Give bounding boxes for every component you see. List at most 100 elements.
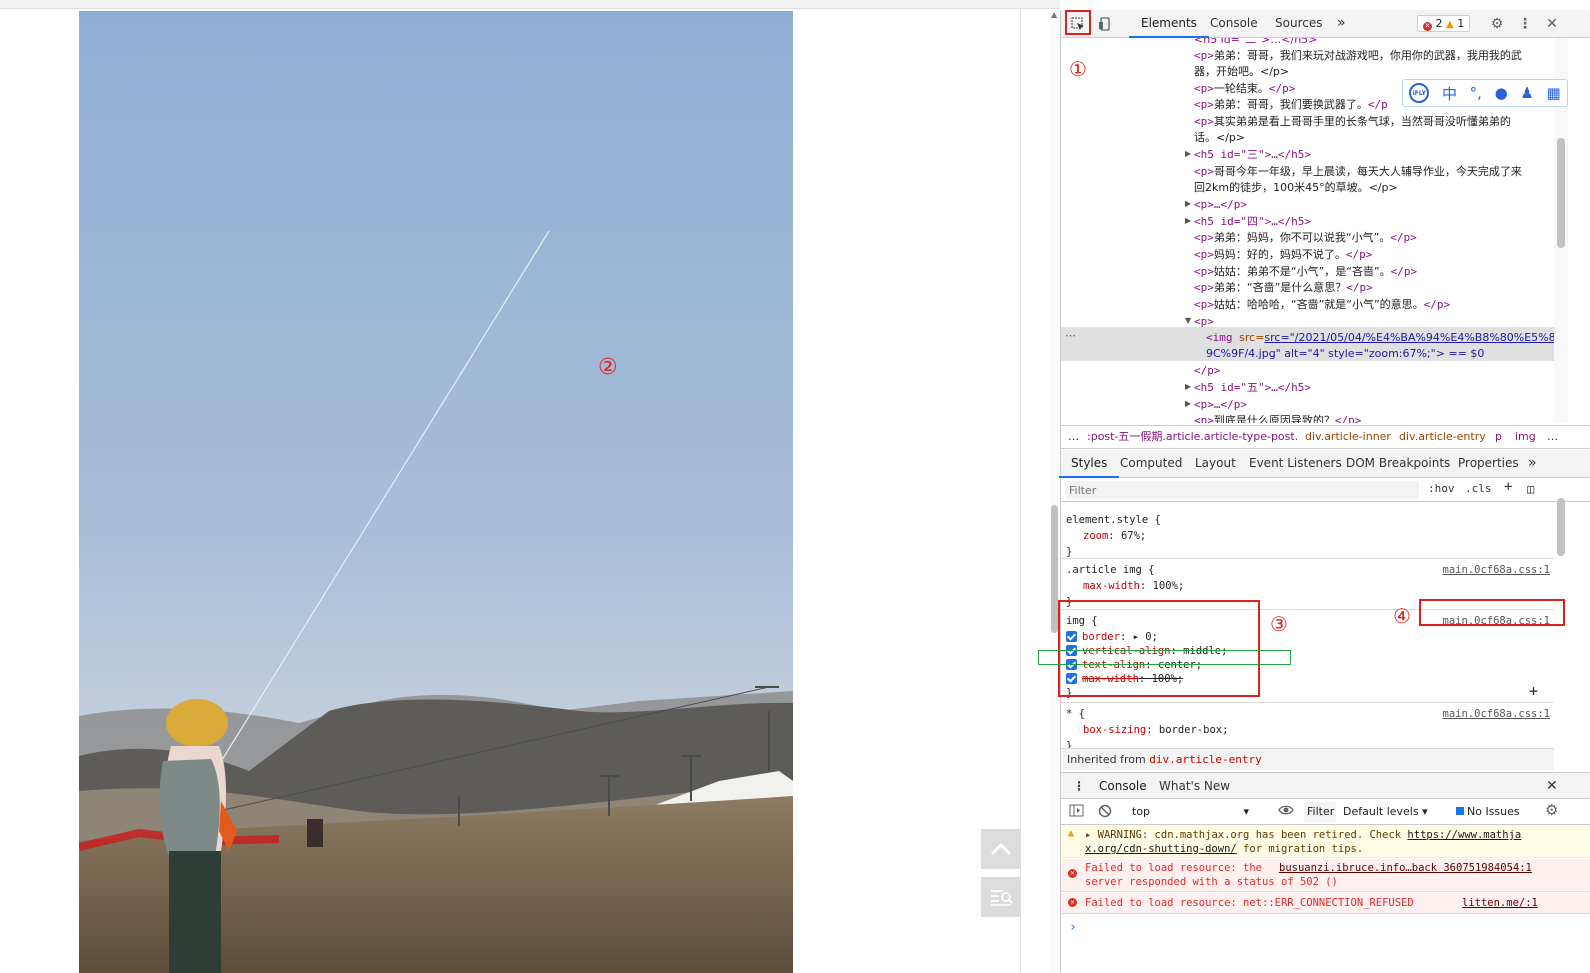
- rule-element-style[interactable]: element.style { zoom: 67%; }: [1061, 503, 1554, 559]
- hover-state-toggle[interactable]: :hov: [1428, 482, 1455, 495]
- tab-elements[interactable]: Elements: [1129, 10, 1209, 38]
- tree-node-p[interactable]: <p>哥哥今年一年级，早上晨读，每天大人辅导作业，今天完成了来: [1194, 163, 1522, 180]
- tab-properties[interactable]: Properties: [1458, 450, 1519, 477]
- tree-node-p-cont[interactable]: 话。</p>: [1194, 129, 1245, 146]
- expand-triangle-icon[interactable]: ▶: [1185, 199, 1191, 208]
- rule-universal[interactable]: * { main.0cf68a.css:1 box-sizing: border…: [1061, 704, 1554, 754]
- expand-triangle-icon[interactable]: ▶: [1185, 399, 1191, 408]
- close-devtools-icon[interactable]: ✕: [1542, 14, 1562, 34]
- tree-node-img-selected[interactable]: <img src=src="/2021/05/04/%E4%BA%94%E4%B…: [1206, 329, 1554, 346]
- issues-counter[interactable]: ✕ 2 ▲ 1: [1417, 15, 1471, 32]
- device-toolbar-icon[interactable]: [1095, 14, 1115, 34]
- settings-gear-icon[interactable]: ⚙: [1487, 14, 1507, 34]
- more-tabs-button[interactable]: »: [1337, 10, 1346, 37]
- styles-filter-input[interactable]: [1065, 481, 1419, 499]
- tree-node-p-close[interactable]: </p>: [1194, 362, 1221, 379]
- tab-sources[interactable]: Sources: [1275, 10, 1322, 37]
- console-filter-input[interactable]: Filter: [1304, 802, 1336, 822]
- clear-console-icon[interactable]: [1098, 804, 1112, 821]
- tree-node-p[interactable]: <p>到底是什么原因导致的？</p>: [1194, 412, 1361, 423]
- breadcrumb-overflow-end[interactable]: …: [1547, 426, 1558, 448]
- tree-node-p[interactable]: <p>其实弟弟是看上哥哥手里的长条气球，当然哥哥没听懂弟弟的: [1194, 113, 1511, 130]
- ime-floating-toolbar[interactable]: iFLY 中 °, ● ♟ ▦: [1402, 79, 1568, 107]
- tab-event-listeners[interactable]: Event Listeners: [1249, 450, 1342, 477]
- rule-declaration[interactable]: max-width: 100%;: [1083, 578, 1184, 594]
- add-declaration-button[interactable]: +: [1529, 683, 1538, 699]
- table-of-contents-button[interactable]: [981, 877, 1021, 917]
- sidebar-toggle-icon[interactable]: [1069, 804, 1084, 820]
- elements-scrollbar-thumb[interactable]: [1557, 138, 1565, 248]
- tab-layout[interactable]: Layout: [1195, 450, 1236, 477]
- tree-node-p-collapsed[interactable]: <p>…</p>: [1194, 196, 1247, 213]
- console-settings-gear-icon[interactable]: ⚙: [1545, 801, 1558, 819]
- issues-button[interactable]: No Issues: [1453, 802, 1520, 822]
- toggle-sidebar-icon[interactable]: ◫: [1527, 482, 1534, 496]
- tab-console[interactable]: Console: [1210, 10, 1258, 37]
- tab-styles[interactable]: Styles: [1058, 450, 1120, 478]
- error-source-link[interactable]: litten.me/:1: [1462, 896, 1538, 911]
- breadcrumb-item-post[interactable]: :post-五一假期.article.article-type-post.: [1087, 426, 1298, 448]
- grid-apps-icon[interactable]: ▦: [1546, 84, 1560, 102]
- ime-chinese-mode-icon[interactable]: 中: [1442, 83, 1457, 104]
- tree-node-p[interactable]: <p>妈妈：好的，妈妈不说了。</p>: [1194, 246, 1372, 263]
- context-selector[interactable]: top ▾: [1121, 801, 1253, 822]
- tree-node-p[interactable]: <p>姑姑：哈哈哈，“吝啬”就是“小气”的意思。</p>: [1194, 296, 1450, 313]
- tab-dom-breakpoints[interactable]: DOM Breakpoints: [1346, 450, 1450, 477]
- microphone-icon[interactable]: ●: [1495, 84, 1508, 102]
- tree-node-h5[interactable]: <h5 id="四">…</h5>: [1194, 213, 1311, 230]
- scroll-up-arrow-icon[interactable]: ▲: [1051, 10, 1057, 19]
- expand-triangle-icon[interactable]: ▶: [1185, 382, 1191, 391]
- expand-triangle-icon[interactable]: ▶: [1185, 216, 1191, 225]
- tree-node-p[interactable]: <p>弟弟：哥哥，我们要换武器了。</p: [1194, 96, 1388, 113]
- node-actions-ellipsis[interactable]: ⋯: [1065, 327, 1076, 344]
- console-warning-message[interactable]: ▲ ▸ WARNING: cdn.mathjax.org has been re…: [1061, 825, 1590, 858]
- inspect-element-icon[interactable]: [1068, 14, 1088, 34]
- log-levels-dropdown[interactable]: Default levels ▾: [1343, 802, 1428, 822]
- drawer-menu-icon[interactable]: ⋮: [1073, 773, 1085, 800]
- styles-scrollbar-thumb[interactable]: [1557, 498, 1565, 556]
- breadcrumb-item-img[interactable]: img: [1515, 426, 1536, 448]
- more-options-icon[interactable]: ⋮: [1515, 14, 1535, 34]
- more-subtabs-button[interactable]: »: [1528, 450, 1537, 477]
- tree-node-p[interactable]: <p>弟弟：“吝啬”是什么意思？</p>: [1194, 279, 1373, 296]
- class-toggle[interactable]: .cls: [1465, 482, 1492, 495]
- user-icon[interactable]: ♟: [1520, 84, 1533, 102]
- live-expression-eye-icon[interactable]: [1278, 804, 1294, 819]
- tree-node-p-cont[interactable]: 器，开始吧。</p>: [1194, 63, 1289, 80]
- close-drawer-icon[interactable]: ✕: [1546, 773, 1558, 800]
- tree-node-h5[interactable]: <h5 id="三">…</h5>: [1194, 146, 1311, 163]
- tree-node-img-selected-cont[interactable]: 9C%9F/4.jpg" alt="4" style="zoom:67%;"> …: [1206, 345, 1484, 362]
- rule-source-link[interactable]: main.0cf68a.css:1: [1443, 562, 1550, 578]
- rule-source-link[interactable]: main.0cf68a.css:1: [1443, 706, 1550, 722]
- tree-node-p-open[interactable]: <p>: [1194, 313, 1214, 330]
- error-source-link[interactable]: busuanzi.ibruce.info…back 360751984054:1: [1279, 861, 1532, 876]
- drawer-tab-console[interactable]: Console: [1087, 773, 1159, 801]
- tree-node-p[interactable]: <p>弟弟：妈妈，你不可以说我“小气”。</p>: [1194, 229, 1417, 246]
- tree-node-p[interactable]: <p>姑姑：弟弟不是“小气”，是“吝啬”。</p>: [1194, 263, 1417, 280]
- article-image[interactable]: [79, 11, 793, 973]
- tree-node-p[interactable]: <p>一轮结束。</p>: [1194, 80, 1295, 97]
- tree-node-p[interactable]: <p>弟弟：哥哥，我们来玩对战游戏吧，你用你的武器，我用我的武: [1194, 47, 1522, 64]
- page-scrollbar-thumb[interactable]: [1051, 505, 1058, 633]
- tree-node-p-collapsed[interactable]: <p>…</p>: [1194, 396, 1247, 413]
- breadcrumb-item-p[interactable]: p: [1495, 426, 1502, 448]
- console-error-message[interactable]: ✕ Failed to load resource: net::ERR_CONN…: [1061, 893, 1590, 914]
- page-scrollbar[interactable]: [1050, 10, 1060, 973]
- tab-computed[interactable]: Computed: [1120, 450, 1182, 477]
- console-messages[interactable]: ▲ ▸ WARNING: cdn.mathjax.org has been re…: [1061, 825, 1590, 973]
- drawer-tab-whats-new[interactable]: What's New: [1159, 773, 1230, 800]
- ime-punctuation-icon[interactable]: °,: [1470, 84, 1482, 102]
- breadcrumb-item-article-entry[interactable]: div.article-entry: [1399, 426, 1486, 448]
- inherited-from-selector[interactable]: div.article-entry: [1149, 753, 1262, 766]
- new-rule-button[interactable]: +: [1504, 479, 1512, 495]
- console-error-message[interactable]: ✕ Failed to load resource: the busuanzi.…: [1061, 859, 1590, 892]
- breadcrumb-item-article-inner[interactable]: div.article-inner: [1305, 426, 1391, 448]
- breadcrumb-overflow[interactable]: …: [1068, 426, 1079, 448]
- rule-declaration[interactable]: box-sizing: border-box;: [1083, 722, 1228, 738]
- expand-triangle-icon[interactable]: ▶: [1185, 149, 1191, 158]
- collapse-triangle-icon[interactable]: ▼: [1185, 316, 1191, 325]
- tree-node-h5[interactable]: <h5 id="五">…</h5>: [1194, 379, 1311, 396]
- console-prompt[interactable]: ›: [1069, 920, 1077, 935]
- rule-declaration[interactable]: zoom: 67%;: [1083, 528, 1146, 544]
- tree-node-p-cont[interactable]: 回2km的徒步，100米45°的草坡。</p>: [1194, 179, 1398, 196]
